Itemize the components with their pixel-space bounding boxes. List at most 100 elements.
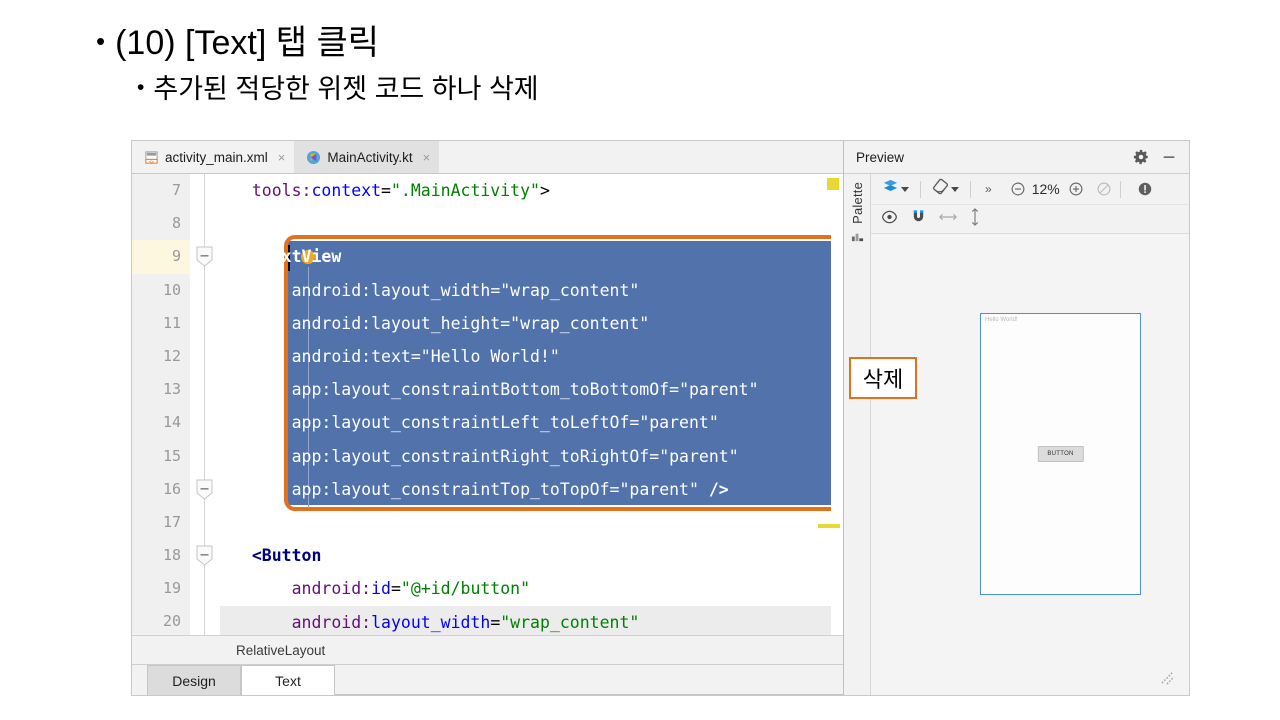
code-token: context — [311, 181, 381, 200]
code-token: layout_width — [371, 613, 490, 632]
slide-root: • (10) [Text] 탭 클릭 • 추가된 적당한 위젯 코드 하나 삭제 — [0, 0, 1280, 720]
code-token: "parent" — [679, 380, 758, 399]
code-token: android: — [292, 281, 371, 300]
device-preview-frame[interactable]: Hello World! BUTTON — [980, 313, 1141, 595]
scrollbar-change-marker[interactable] — [818, 524, 840, 528]
component-breadcrumb[interactable]: RelativeLayout — [132, 635, 843, 664]
code-token: app: — [292, 380, 332, 399]
warning-icon[interactable] — [1135, 179, 1155, 199]
line-number-15: 15 — [132, 440, 190, 473]
layers-dropdown-button[interactable] — [877, 177, 914, 201]
resize-grip-icon[interactable] — [1157, 667, 1177, 687]
code-line-20[interactable]: android:layout_width="wrap_content" — [220, 606, 843, 635]
zoom-level-label: 12% — [1028, 181, 1064, 197]
code-line-12[interactable]: android:text="Hello World!" — [220, 340, 843, 373]
code-indent — [232, 314, 292, 333]
breadcrumb-label: RelativeLayout — [236, 643, 325, 658]
code-token: /> — [709, 480, 729, 499]
code-line-17[interactable] — [220, 506, 843, 539]
scrollbar-warning-marker[interactable] — [827, 178, 839, 190]
code-fold-column[interactable] — [190, 174, 220, 635]
line-number-12: 12 — [132, 340, 190, 373]
code-line-15[interactable]: app:layout_constraintRight_toRightOf="pa… — [220, 440, 843, 473]
editor-tab-activity-main-xml[interactable]: <> activity_main.xml × — [132, 141, 294, 173]
palette-tab-label: Palette — [850, 182, 865, 224]
line-number-19: 19 — [132, 572, 190, 605]
layers-icon — [882, 178, 899, 200]
magnet-snap-icon[interactable] — [910, 209, 927, 229]
code-token: id — [371, 579, 391, 598]
zoom-fit-icon[interactable] — [1094, 179, 1114, 199]
code-line-18[interactable]: <Button — [220, 539, 843, 572]
code-indent — [232, 613, 292, 632]
code-editor-area[interactable]: 7891011121314151617181920 — [132, 174, 843, 635]
line-number-10: 10 — [132, 274, 190, 307]
tab-text[interactable]: Text — [241, 665, 335, 695]
code-token: = — [610, 480, 620, 499]
zoom-in-icon[interactable] — [1066, 179, 1086, 199]
code-indent — [232, 546, 252, 565]
code-line-14[interactable]: app:layout_constraintLeft_toLeftOf="pare… — [220, 406, 843, 439]
palette-tool-rail[interactable]: Palette — [844, 174, 871, 695]
tab-design[interactable]: Design — [147, 665, 241, 695]
eye-visibility-icon[interactable] — [881, 210, 898, 229]
fold-marker-line-18[interactable] — [196, 545, 213, 566]
code-line-11[interactable]: android:layout_height="wrap_content" — [220, 307, 843, 340]
minimize-icon[interactable] — [1159, 147, 1179, 167]
code-indent — [232, 480, 292, 499]
toolbar-overflow-button[interactable]: » — [977, 182, 1000, 196]
code-token: android: — [292, 314, 371, 333]
code-token: "parent" — [659, 447, 738, 466]
code-indent — [232, 380, 292, 399]
preview-textview-widget[interactable]: Hello World! — [985, 317, 1018, 323]
preview-canvas[interactable]: Hello World! BUTTON — [871, 234, 1189, 695]
toolbar-separator — [920, 181, 921, 198]
toolbar-separator — [1120, 181, 1121, 198]
chevron-down-icon — [951, 187, 959, 192]
code-line-10[interactable]: android:layout_width="wrap_content" — [220, 274, 843, 307]
close-icon[interactable]: × — [423, 150, 431, 165]
code-token: app: — [292, 413, 332, 432]
preview-main: Palette — [844, 174, 1189, 695]
line-number-18: 18 — [132, 539, 190, 572]
line-number-8: 8 — [132, 207, 190, 240]
code-token: = — [500, 314, 510, 333]
code-token: app: — [292, 447, 332, 466]
code-line-16[interactable]: app:layout_constraintTop_toTopOf="parent… — [220, 473, 843, 506]
horizontal-resize-icon[interactable] — [939, 210, 957, 228]
bullet-marker-2: • — [137, 74, 144, 101]
delete-annotation-box: 삭제 — [849, 357, 917, 399]
code-token: = — [629, 413, 639, 432]
editor-vertical-scrollbar[interactable] — [831, 174, 843, 635]
close-icon[interactable]: × — [278, 150, 286, 165]
code-token: = — [411, 347, 421, 366]
code-token: "wrap_content" — [510, 314, 649, 333]
orientation-rotate-icon — [932, 178, 949, 200]
orientation-dropdown-button[interactable] — [927, 177, 964, 201]
fold-marker-line-9[interactable] — [196, 246, 213, 267]
preview-button-widget[interactable]: BUTTON — [1037, 446, 1083, 462]
code-text-area[interactable]: tools:context=".MainActivity"> <TextView… — [220, 174, 843, 635]
editor-tab-main-activity-kt[interactable]: MainActivity.kt × — [294, 141, 439, 173]
gear-icon[interactable] — [1131, 147, 1151, 167]
code-line-19[interactable]: android:id="@+id/button" — [220, 572, 843, 605]
code-indent — [232, 347, 292, 366]
code-line-13[interactable]: app:layout_constraintBottom_toBottomOf="… — [220, 373, 843, 406]
vertical-resize-icon[interactable] — [969, 208, 981, 231]
code-indent — [232, 247, 252, 266]
code-token: android: — [292, 347, 371, 366]
line-number-7: 7 — [132, 174, 190, 207]
code-line-7[interactable]: tools:context=".MainActivity"> — [220, 174, 843, 207]
zoom-out-icon[interactable] — [1008, 179, 1028, 199]
code-indent — [232, 413, 292, 432]
code-token: > — [540, 181, 550, 200]
code-token: layout_constraintBottom_toBottomOf — [331, 380, 669, 399]
code-line-8[interactable] — [220, 207, 843, 240]
code-token: = — [381, 181, 391, 200]
code-token: <Button — [252, 546, 322, 565]
fold-marker-line-16[interactable] — [196, 479, 213, 500]
toolbar-separator — [970, 181, 971, 198]
code-line-9[interactable]: <TextView — [220, 240, 843, 273]
editor-tab-strip: <> activity_main.xml × — [132, 141, 843, 174]
code-token: android: — [292, 579, 371, 598]
